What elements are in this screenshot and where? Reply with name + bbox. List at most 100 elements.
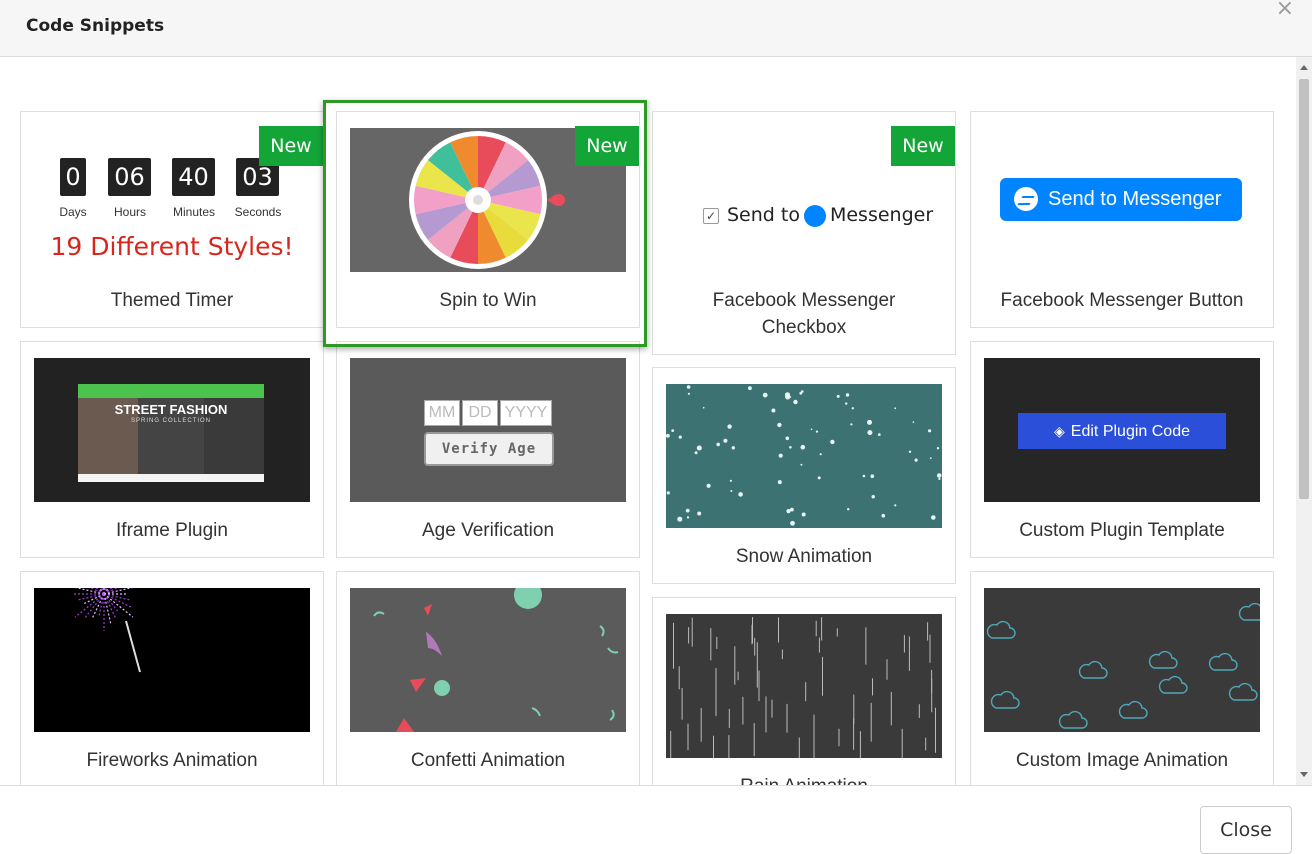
custom-image-preview <box>984 588 1260 732</box>
snippet-card-snow-animation[interactable]: Snow Animation <box>652 367 956 584</box>
scroll-up-icon[interactable] <box>1300 65 1308 70</box>
snowflake <box>694 451 698 455</box>
firework-ray <box>103 588 134 595</box>
scroll-thumb[interactable] <box>1299 79 1309 499</box>
age-mm-field: MM <box>424 400 460 426</box>
snowflake <box>938 477 941 480</box>
snippet-card-themed-timer[interactable]: 0 06 40 03 Days Hours Minutes Seconds 19… <box>20 111 324 328</box>
snowflake <box>815 430 819 433</box>
snowflake <box>800 444 806 450</box>
snowflake <box>850 423 853 426</box>
snippet-card-fireworks-animation[interactable]: Fireworks Animation <box>20 571 324 785</box>
snowflake <box>830 439 835 445</box>
snowflake <box>912 421 915 423</box>
codepen-icon: ◈ <box>1054 423 1065 439</box>
timer-minutes-label: Minutes <box>172 205 216 219</box>
snowflake <box>777 422 782 428</box>
edit-plugin-code-sample: ◈ Edit Plugin Code <box>1018 413 1226 449</box>
snowflake <box>771 408 776 413</box>
messenger-icon <box>1014 187 1038 211</box>
snowflake <box>666 433 670 438</box>
snippet-card-spin-to-win[interactable]: Spin to Win New <box>336 111 640 328</box>
snowflake <box>696 445 702 451</box>
snowflake <box>778 453 783 458</box>
snowflake <box>727 424 732 429</box>
snowflake <box>877 433 881 436</box>
snowflake <box>894 504 897 507</box>
snowflakes-graphic <box>666 385 942 526</box>
snowflake <box>716 442 720 447</box>
snowflake <box>845 402 848 405</box>
snowflake <box>931 515 936 520</box>
firework-graphic <box>72 588 141 673</box>
snowflake <box>894 407 897 410</box>
snippet-card-messenger-button[interactable]: Send to Messenger Facebook Messenger But… <box>970 111 1274 328</box>
snippet-label: Custom Plugin Template <box>1019 520 1225 541</box>
firework-ray <box>74 588 105 595</box>
snowflake <box>702 406 705 409</box>
snowflake <box>671 429 675 432</box>
snowflake <box>928 429 932 433</box>
age-verification-preview: MM DD YYYY Verify Age <box>350 358 626 502</box>
firework-ray <box>91 593 105 619</box>
close-button[interactable]: Close <box>1200 806 1292 854</box>
snippet-label: Age Verification <box>421 520 555 541</box>
cloud-icon <box>1118 700 1148 719</box>
firework-ray <box>103 593 134 609</box>
messenger-button-preview: Send to Messenger <box>984 128 1260 272</box>
snowflake <box>851 407 854 410</box>
snippet-card-iframe-plugin[interactable]: STREET FASHION SPRING COLLECTION Iframe … <box>20 341 324 558</box>
snippet-card-custom-plugin-template[interactable]: ◈ Edit Plugin Code Custom Plugin Template <box>970 341 1274 558</box>
cloud-icon <box>1238 602 1260 621</box>
snowflake <box>777 480 782 485</box>
snippet-label: Snow Animation <box>735 546 873 567</box>
snowflake <box>881 513 886 518</box>
snowflake <box>730 490 733 492</box>
modal-header: Code Snippets × <box>0 0 1312 57</box>
cloud-icon <box>1078 660 1108 679</box>
verify-age-sample: Verify Age <box>424 432 554 466</box>
snippet-card-age-verification[interactable]: MM DD YYYY Verify Age Age Verification <box>336 341 640 558</box>
snowflake <box>867 430 873 436</box>
cloud-icon <box>1158 675 1188 694</box>
snowflake <box>871 495 875 499</box>
new-badge: New <box>575 126 639 166</box>
timer-styles-text: 19 Different Styles! <box>50 232 294 261</box>
custom-plugin-preview: ◈ Edit Plugin Code <box>984 358 1260 502</box>
snippets-grid: 0 06 40 03 Days Hours Minutes Seconds 19… <box>0 57 1296 785</box>
cloud-icon <box>990 690 1020 709</box>
snippet-card-messenger-checkbox[interactable]: ✓ Send to Messenger Facebook Messenger Che… <box>652 111 956 355</box>
snowflake <box>908 450 912 453</box>
messenger-checkbox-sample: ✓ Send to Messenger <box>703 204 933 227</box>
cloud-icon <box>1208 652 1238 671</box>
snowflake <box>929 457 932 459</box>
snowflake <box>800 463 803 466</box>
snowflake <box>793 399 798 405</box>
snowflake <box>686 516 690 519</box>
scroll-down-icon[interactable] <box>1300 772 1308 777</box>
snowflake <box>786 509 791 514</box>
firework-ray <box>103 593 117 619</box>
cloud-icon <box>986 620 1016 639</box>
close-icon[interactable]: × <box>1276 0 1294 21</box>
snowflake <box>686 385 691 389</box>
snippet-card-rain-animation[interactable]: Rain Animation <box>652 597 956 785</box>
timer-seconds-label: Seconds <box>234 205 282 219</box>
fireworks-preview <box>34 588 310 732</box>
snowflake <box>817 476 821 480</box>
snippet-card-confetti-animation[interactable]: Confetti Animation <box>336 571 640 785</box>
vertical-scrollbar[interactable] <box>1296 57 1312 785</box>
snowflake <box>738 492 743 497</box>
raindrops-graphic <box>670 617 936 758</box>
snowflake <box>914 458 918 462</box>
snowflake <box>870 474 875 478</box>
snowflake <box>867 419 872 425</box>
snippet-label: Confetti Animation <box>410 750 566 771</box>
snowflake <box>847 508 850 511</box>
timer-hours-value: 06 <box>108 158 151 196</box>
age-dd-field: DD <box>462 400 498 426</box>
new-badge: New <box>259 126 323 166</box>
new-badge: New <box>891 126 955 166</box>
snippet-card-custom-image-animation[interactable]: Custom Image Animation <box>970 571 1274 785</box>
checkbox-icon: ✓ <box>703 207 719 224</box>
